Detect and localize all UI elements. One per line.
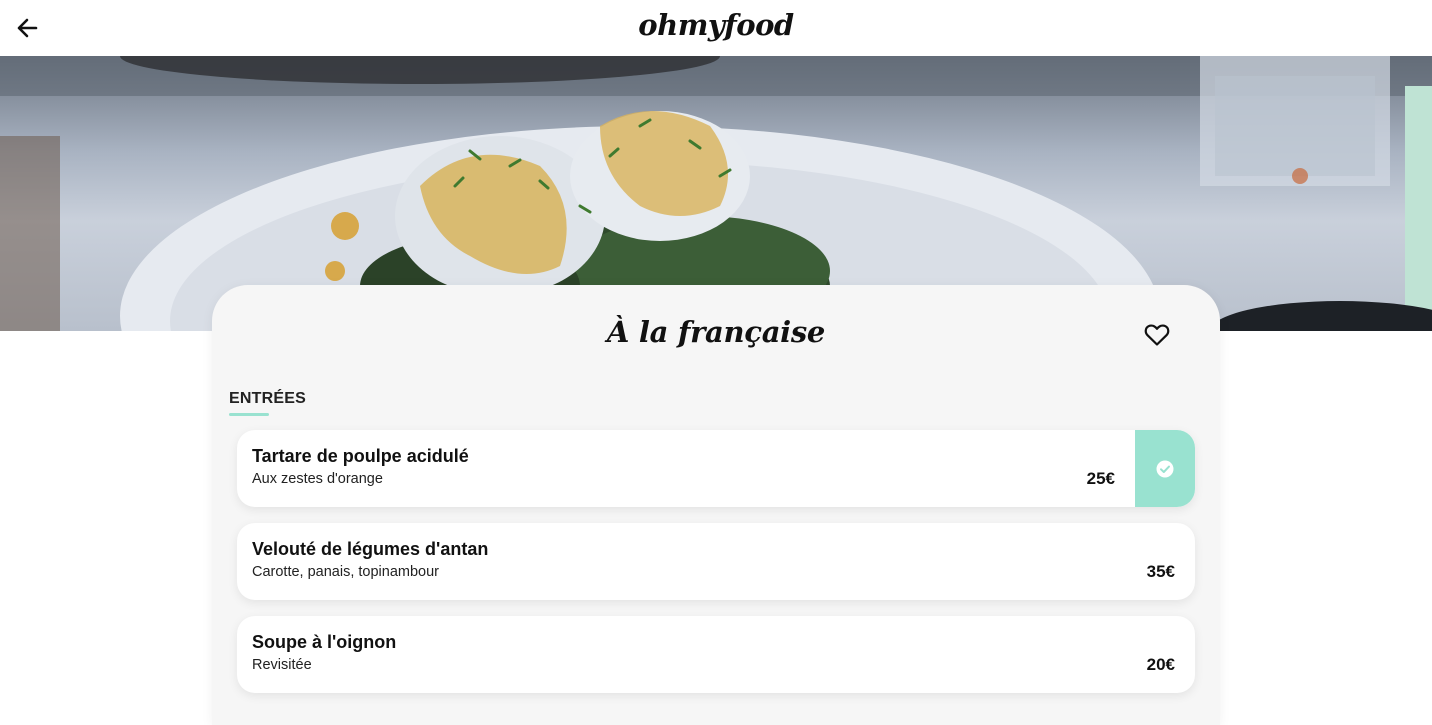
dish-selected-indicator[interactable]	[1135, 430, 1195, 507]
dish-description: Revisitée	[252, 657, 312, 673]
app-logo[interactable]: ohmyfood	[0, 8, 1432, 42]
check-circle-icon	[1156, 460, 1174, 477]
dish-name: Soupe à l'oignon	[252, 632, 397, 652]
menu-title: À la française	[606, 315, 826, 349]
dish-price: 20€	[1146, 655, 1175, 674]
dish-description: Carotte, panais, topinambour	[252, 564, 439, 580]
dish-price: 35€	[1146, 562, 1175, 581]
dish-description: Aux zestes d'orange	[252, 471, 383, 487]
menu-card: À la française ENTRÉES Tartare de poulpe…	[212, 285, 1220, 725]
dish-card[interactable]: Tartare de poulpe acidulé Aux zestes d'o…	[237, 430, 1195, 507]
dish-price: 25€	[1086, 469, 1115, 488]
section-underline	[229, 413, 269, 416]
section-title-entrees: ENTRÉES	[229, 390, 306, 407]
dish-card[interactable]: Velouté de légumes d'antan Carotte, pana…	[237, 523, 1195, 600]
dish-card[interactable]: Soupe à l'oignon Revisitée 20€	[237, 616, 1195, 693]
dish-name: Tartare de poulpe acidulé	[252, 446, 469, 466]
app-header: ohmyfood	[0, 0, 1432, 56]
heart-icon	[1144, 324, 1170, 346]
dish-name: Velouté de légumes d'antan	[252, 539, 489, 559]
favorite-button[interactable]	[1142, 321, 1172, 349]
